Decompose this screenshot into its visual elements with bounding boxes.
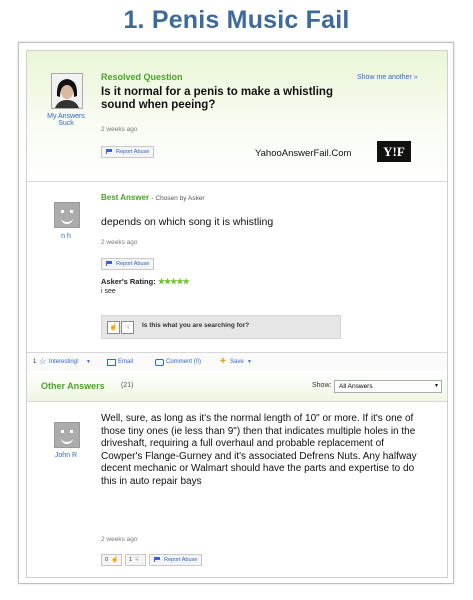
thumbs-down-icon[interactable]: ☟	[121, 321, 134, 334]
search-feedback-bar: ☝ ☟ Is this what you are searching for?	[101, 315, 341, 339]
comment-icon	[155, 359, 164, 366]
other-answer-text: Well, sure, as long as it's the normal l…	[101, 413, 417, 487]
save-icon: ✚	[220, 358, 226, 365]
yahoo-answer-fail-logo: Y!F	[377, 141, 411, 162]
avatar-eye-left	[61, 430, 64, 433]
other-answers-header: Other Answers (21) Show: All Answers ▼	[27, 371, 447, 401]
comment-button[interactable]: Comment (0)	[166, 353, 201, 371]
search-feedback-prompt: Is this what you are searching for?	[142, 322, 250, 329]
other-answer-thumbs-up-button[interactable]: 0 ☝	[101, 554, 122, 566]
avatar-mouth	[61, 217, 73, 224]
thumbs-down-count: 1	[129, 557, 133, 563]
best-answer-report-abuse-button[interactable]: Report Abuse	[101, 258, 155, 270]
flag-icon	[106, 261, 113, 266]
save-button[interactable]: Save	[230, 353, 244, 371]
askers-rating: Asker's Rating: ★★★★★	[101, 277, 190, 286]
resolved-question-label: Resolved Question	[101, 72, 183, 82]
answers-panel: My Answers Suck Resolved Question Show m…	[26, 50, 448, 578]
best-answer-time: 2 weeks ago	[101, 239, 138, 246]
show-me-another-link[interactable]: Show me another »	[357, 74, 418, 81]
question-report-abuse-button[interactable]: Report Abuse	[101, 146, 155, 158]
other-answer-avatar[interactable]	[54, 422, 80, 448]
thumbs-up-count: 0	[105, 557, 109, 563]
thumbs-up-icon[interactable]: ☝	[107, 321, 120, 334]
question-time: 2 weeks ago	[101, 126, 138, 133]
asker-comment: i see	[101, 288, 116, 295]
chosen-by-asker: - Chosen by Asker	[151, 195, 205, 202]
other-answer-thumbs-down-button[interactable]: 1 ☟	[125, 554, 146, 566]
best-answer-label: Best Answer	[101, 193, 150, 202]
report-abuse-label: Report Abuse	[116, 261, 150, 267]
question-text: Is it normal for a penis to make a whist…	[101, 86, 333, 111]
askers-rating-label: Asker's Rating:	[101, 277, 156, 286]
answers-screenshot-frame: My Answers Suck Resolved Question Show m…	[18, 42, 454, 584]
report-abuse-label: Report Abuse	[116, 149, 150, 155]
other-answer-time: 2 weeks ago	[101, 536, 138, 543]
other-answers-count: (21)	[121, 382, 134, 389]
other-answer-user[interactable]: John R	[41, 452, 91, 459]
other-answer-report-abuse-button[interactable]: Report Abuse	[149, 554, 203, 566]
email-icon	[107, 359, 116, 366]
question-section: My Answers Suck Resolved Question Show m…	[27, 51, 447, 181]
best-answer-text: depends on which song it is whistling	[101, 216, 274, 228]
watermark-text: YahooAnswerFail.Com	[255, 148, 352, 159]
rating-stars-icon: ★★★★★	[157, 277, 190, 286]
page-title: 1. Penis Music Fail	[123, 6, 350, 34]
asker-name[interactable]: My Answers Suck	[41, 113, 91, 127]
other-answers-label: Other Answers	[41, 381, 105, 391]
interesting-dropdown-icon[interactable]: ▼	[86, 353, 91, 371]
chevron-down-icon: ▼	[434, 383, 439, 389]
asker-avatar[interactable]	[51, 73, 83, 109]
best-answer-header: Best Answer - Chosen by Asker	[101, 193, 205, 202]
divider	[27, 181, 447, 182]
show-filter-value: All Answers	[339, 383, 373, 390]
show-filter-select[interactable]: All Answers ▼	[334, 380, 442, 393]
avatar-eye-left	[61, 210, 64, 213]
action-bar: 1 ☆ Interesting! ▼ Email Comment (0) ✚ S…	[27, 352, 447, 372]
avatar-eye-right	[70, 210, 73, 213]
best-answer-user[interactable]: n h	[41, 233, 91, 240]
star-icon: ☆	[39, 357, 47, 366]
interesting-count: 1	[33, 359, 37, 365]
flag-icon	[154, 557, 161, 562]
flag-icon	[106, 149, 113, 154]
show-filter-label: Show:	[312, 382, 332, 389]
thumbs-down-icon: ☟	[135, 557, 139, 563]
report-abuse-label: Report Abuse	[164, 557, 198, 563]
avatar-mouth	[61, 437, 73, 444]
divider	[27, 401, 447, 402]
asker-photo	[52, 74, 82, 108]
best-answer-avatar[interactable]	[54, 202, 80, 228]
thumbs-up-icon: ☝	[111, 557, 119, 563]
interesting-button[interactable]: Interesting!	[49, 353, 79, 371]
avatar-eye-right	[70, 430, 73, 433]
email-button[interactable]: Email	[118, 353, 133, 371]
save-dropdown-icon[interactable]: ▼	[247, 353, 252, 371]
